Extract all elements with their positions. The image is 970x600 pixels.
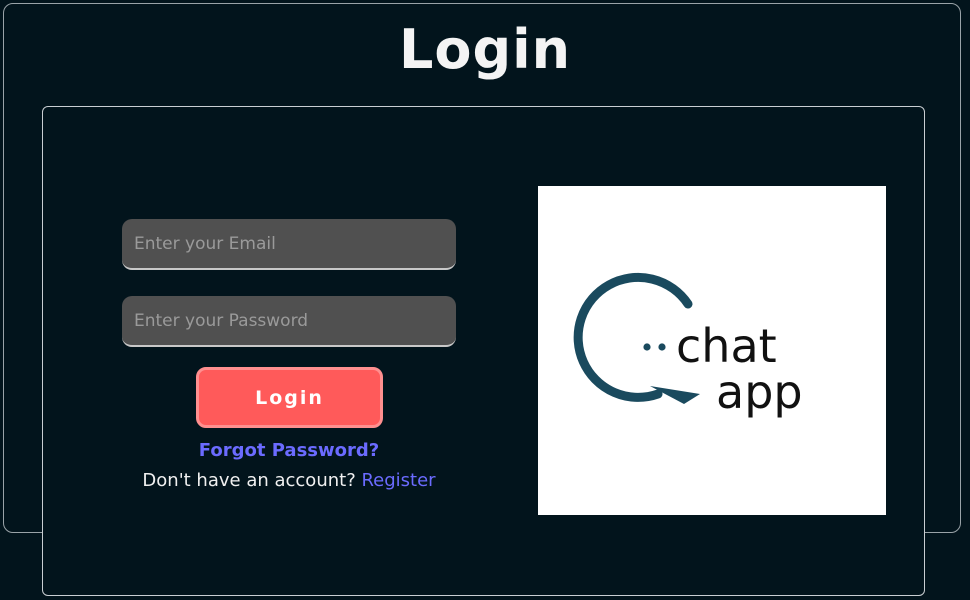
chat-bubble-icon: chat app (573, 272, 803, 419)
login-card: Login Forgot Password? Don't have an acc… (42, 106, 925, 596)
page-title: Login (398, 18, 572, 81)
register-prompt: Don't have an account? Register (103, 470, 475, 491)
forgot-password-link[interactable]: Forgot Password? (122, 440, 456, 461)
logo-text-app: app (716, 365, 803, 419)
register-link[interactable]: Register (361, 470, 435, 491)
login-button[interactable]: Login (196, 367, 383, 428)
email-field[interactable] (122, 219, 456, 270)
no-account-text: Don't have an account? (142, 470, 362, 491)
password-field[interactable] (122, 296, 456, 347)
chat-app-logo: chat app (538, 186, 886, 515)
